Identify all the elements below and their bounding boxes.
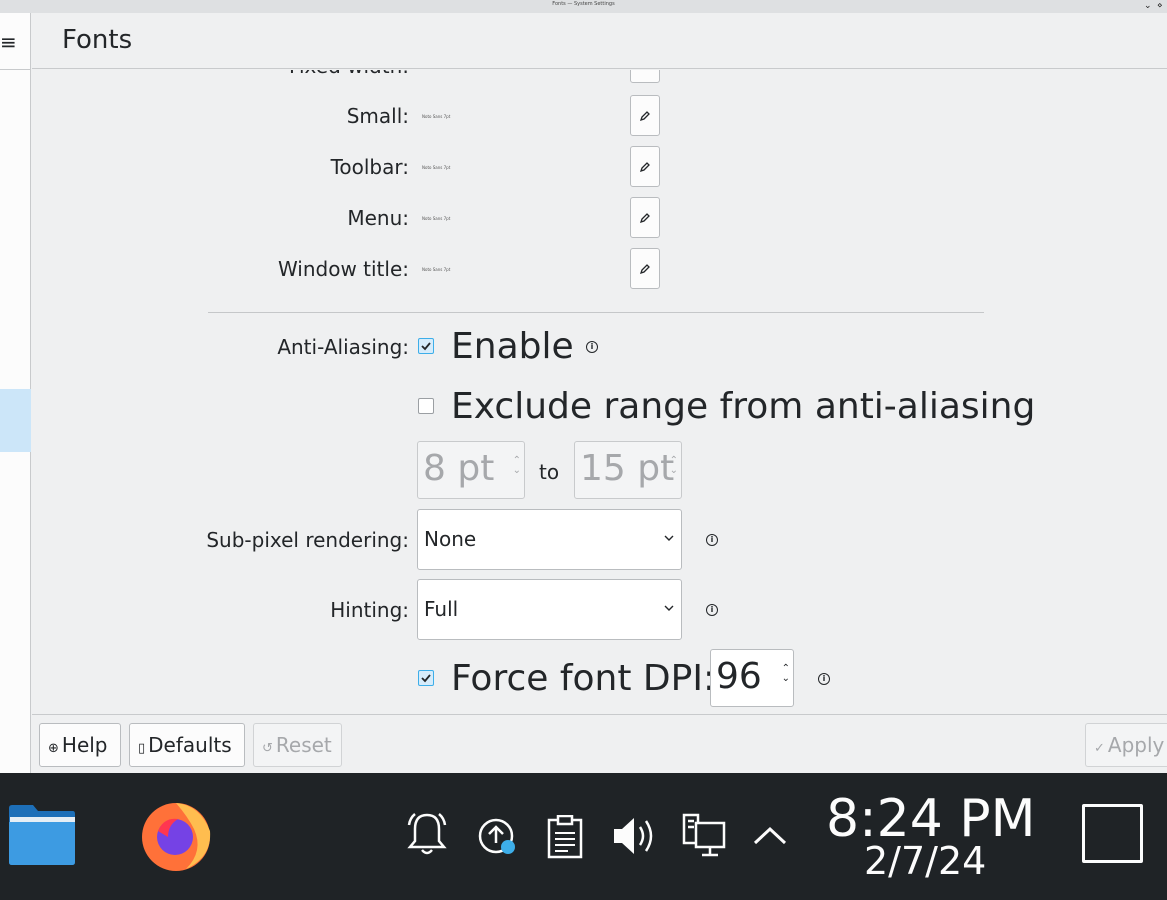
minimize-button[interactable]: ⌄ xyxy=(1144,0,1152,12)
chevron-down-icon xyxy=(664,535,674,541)
page-title: Fonts xyxy=(62,25,133,55)
chevron-up-icon[interactable] xyxy=(752,825,788,847)
document-icon: ▯ xyxy=(138,741,146,756)
folder-icon[interactable] xyxy=(7,804,77,866)
range-to-value: 15 pt xyxy=(580,448,675,489)
checkmark-icon: ✓ xyxy=(1094,741,1105,756)
toolbar-font-edit-button[interactable] xyxy=(630,146,660,187)
subpixel-info-icon[interactable]: i xyxy=(706,534,718,546)
window-title: Fonts — System Settings xyxy=(552,1,615,7)
reset-button[interactable]: ↺ Reset xyxy=(253,723,342,767)
antialiasing-enable-label[interactable]: Enable xyxy=(451,326,574,367)
bell-icon[interactable] xyxy=(405,811,449,857)
help-button[interactable]: ⊕ Help xyxy=(39,723,121,767)
range-to-spinbox[interactable]: 15 pt ⌃ ⌄ xyxy=(574,441,682,499)
window-titlebar[interactable]: Fonts — System Settings ⌄ ⋄ xyxy=(0,0,1167,13)
apply-label: Apply xyxy=(1107,733,1165,757)
spin-arrows-icon[interactable]: ⌃ ⌄ xyxy=(670,456,678,476)
chevron-down-icon xyxy=(664,605,674,611)
window-title-font-preview: Noto Sans 7pt xyxy=(422,267,451,272)
subpixel-label: Sub-pixel rendering: xyxy=(206,528,409,552)
small-font-preview: Noto Sans 7pt xyxy=(422,114,451,119)
close-button[interactable]: ⋄ xyxy=(1157,0,1163,12)
volume-icon[interactable] xyxy=(612,815,658,857)
range-from-value: 8 pt xyxy=(423,448,495,489)
sidebar: ≡ xyxy=(0,13,31,773)
pencil-icon xyxy=(639,110,650,121)
hinting-combobox[interactable]: Full xyxy=(417,579,682,640)
footer-buttons: ⊕ Help ▯ Defaults ↺ Reset ✓ Apply xyxy=(32,714,1167,773)
subpixel-value: None xyxy=(424,527,477,551)
fixed-width-label: Fixed width: xyxy=(289,70,409,78)
dpi-spinbox[interactable]: 96 ⌃ ⌄ xyxy=(710,649,794,707)
force-dpi-label[interactable]: Force font DPI: xyxy=(451,658,715,699)
updates-icon[interactable] xyxy=(476,815,520,857)
firefox-icon[interactable] xyxy=(138,797,214,873)
clock-date[interactable]: 2/7/24 xyxy=(864,839,986,883)
subpixel-combobox[interactable]: None xyxy=(417,509,682,570)
small-font-label: Small: xyxy=(346,104,409,128)
window-title-font-label: Window title: xyxy=(277,257,409,281)
clipboard-icon[interactable] xyxy=(546,815,584,859)
spin-arrows-icon[interactable]: ⌃ ⌄ xyxy=(782,664,790,684)
hinting-label: Hinting: xyxy=(330,598,409,622)
defaults-label: Defaults xyxy=(148,733,232,757)
show-desktop-button[interactable] xyxy=(1082,804,1143,863)
undo-icon: ↺ xyxy=(262,741,273,756)
toolbar-font-preview: Noto Sans 7pt xyxy=(422,165,451,170)
antialiasing-label: Anti-Aliasing: xyxy=(277,335,409,359)
fonts-settings-content: Fixed width: Small: Noto Sans 7pt Toolba… xyxy=(32,70,1167,714)
defaults-button[interactable]: ▯ Defaults xyxy=(129,723,245,767)
force-dpi-checkbox[interactable] xyxy=(418,670,434,686)
taskbar: 8:24 PM 2/7/24 xyxy=(0,773,1167,900)
toolbar-font-label: Toolbar: xyxy=(330,155,409,179)
range-to-label: to xyxy=(539,460,560,484)
hinting-info-icon[interactable]: i xyxy=(706,604,718,616)
network-wired-icon[interactable] xyxy=(682,813,726,859)
fixed-width-edit-button[interactable] xyxy=(630,70,660,83)
pencil-icon xyxy=(639,212,650,223)
small-font-edit-button[interactable] xyxy=(630,95,660,136)
antialiasing-enable-checkbox[interactable] xyxy=(418,338,434,354)
exclude-range-label[interactable]: Exclude range from anti-aliasing xyxy=(451,386,1035,427)
pencil-icon xyxy=(639,263,650,274)
reset-label: Reset xyxy=(275,733,332,757)
menu-font-label: Menu: xyxy=(347,206,409,230)
dpi-info-icon[interactable]: i xyxy=(818,673,830,685)
help-label: Help xyxy=(61,733,108,757)
apply-button[interactable]: ✓ Apply xyxy=(1085,723,1167,767)
page-header: Fonts xyxy=(32,13,1167,69)
sidebar-divider xyxy=(0,69,31,70)
checkmark-icon xyxy=(421,674,431,683)
spin-arrows-icon[interactable]: ⌃ ⌄ xyxy=(513,456,521,476)
exclude-range-checkbox[interactable] xyxy=(418,398,434,414)
sidebar-selected-item[interactable] xyxy=(0,389,31,452)
menu-font-preview: Noto Sans 7pt xyxy=(422,216,451,221)
section-divider xyxy=(208,312,984,313)
antialiasing-info-icon[interactable]: i xyxy=(586,341,598,353)
hinting-value: Full xyxy=(424,597,459,621)
hamburger-menu-icon[interactable]: ≡ xyxy=(0,31,17,53)
checkmark-icon xyxy=(421,342,431,351)
range-from-spinbox[interactable]: 8 pt ⌃ ⌄ xyxy=(417,441,525,499)
window-title-font-edit-button[interactable] xyxy=(630,248,660,289)
help-icon: ⊕ xyxy=(48,741,59,756)
menu-font-edit-button[interactable] xyxy=(630,197,660,238)
dpi-value: 96 xyxy=(716,656,762,697)
pencil-icon xyxy=(639,161,650,172)
